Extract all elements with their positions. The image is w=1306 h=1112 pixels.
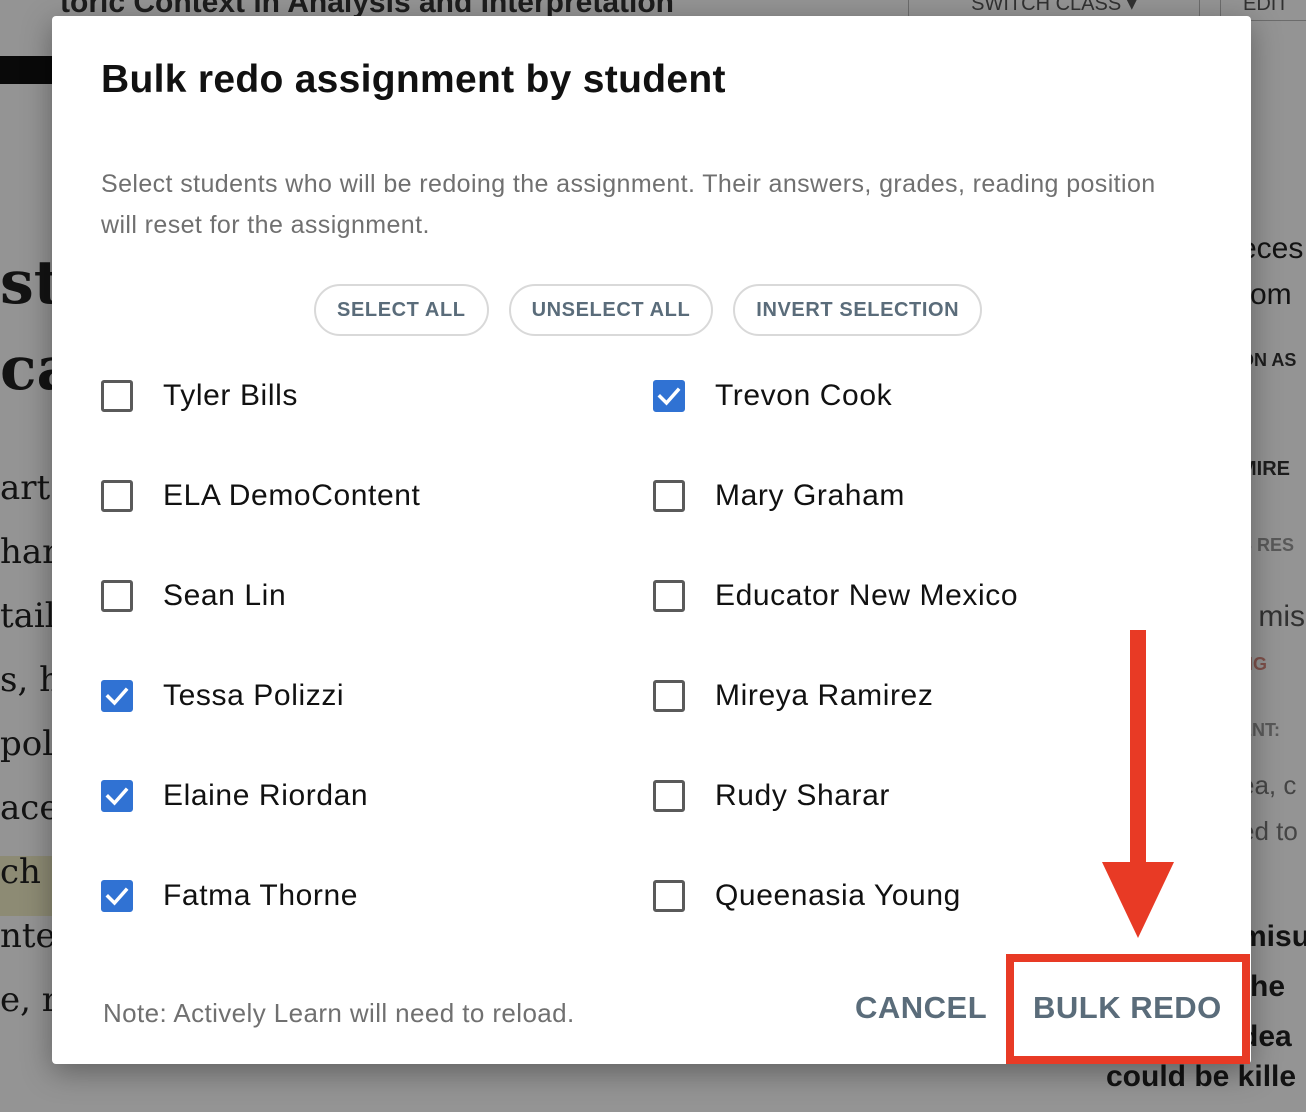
checkmark-icon — [105, 687, 129, 706]
student-name: Sean Lin — [163, 579, 287, 612]
student-checkbox[interactable] — [653, 780, 685, 812]
student-option[interactable]: Fatma Thorne — [101, 866, 358, 926]
student-name: ELA DemoContent — [163, 479, 421, 512]
student-option[interactable]: Tyler Bills — [101, 366, 298, 426]
student-name: Fatma Thorne — [163, 879, 359, 912]
unselect-all-button[interactable]: UNSELECT ALL — [508, 284, 714, 336]
annotation-arrow-icon — [1102, 630, 1174, 938]
student-checkbox[interactable] — [653, 480, 685, 512]
student-name: Tyler Bills — [163, 379, 298, 412]
student-option[interactable]: ELA DemoContent — [101, 466, 420, 526]
student-name: Elaine Riordan — [163, 779, 369, 812]
select-all-button[interactable]: SELECT ALL — [314, 284, 489, 336]
student-checkbox[interactable] — [653, 680, 685, 712]
invert-selection-button[interactable]: INVERT SELECTION — [733, 284, 983, 336]
student-checkbox[interactable] — [101, 580, 133, 612]
student-option[interactable]: Rudy Sharar — [653, 766, 890, 826]
dialog-description: Select students who will be redoing the … — [101, 170, 1156, 239]
student-option[interactable]: Trevon Cook — [653, 366, 892, 426]
cancel-button[interactable]: CANCEL — [855, 990, 987, 1026]
student-option[interactable]: Mireya Ramirez — [653, 666, 933, 726]
student-checkbox[interactable] — [101, 380, 133, 412]
student-name: Mary Graham — [715, 479, 905, 512]
student-option[interactable]: Queenasia Young — [653, 866, 961, 926]
student-name: Rudy Sharar — [715, 779, 891, 812]
student-checkbox[interactable] — [101, 780, 133, 812]
checkmark-icon — [105, 887, 129, 906]
student-name: Mireya Ramirez — [715, 679, 934, 712]
selection-buttons: SELECT ALL UNSELECT ALL INVERT SELECTION — [314, 284, 983, 336]
student-name: Tessa Polizzi — [163, 679, 345, 712]
checkmark-icon — [657, 387, 681, 406]
checkmark-icon — [105, 787, 129, 806]
student-option[interactable]: Tessa Polizzi — [101, 666, 344, 726]
reload-note: Note: Actively Learn will need to reload… — [103, 998, 575, 1028]
student-checkbox[interactable] — [101, 680, 133, 712]
student-option[interactable]: Elaine Riordan — [101, 766, 368, 826]
student-option[interactable]: Educator New Mexico — [653, 566, 1018, 626]
student-checkbox[interactable] — [653, 580, 685, 612]
student-option[interactable]: Sean Lin — [101, 566, 286, 626]
student-name: Trevon Cook — [715, 379, 893, 412]
annotation-highlight-box — [1006, 954, 1250, 1064]
student-checkbox[interactable] — [653, 380, 685, 412]
student-option[interactable]: Mary Graham — [653, 466, 905, 526]
dialog-title: Bulk redo assignment by student — [101, 58, 726, 101]
student-checkbox[interactable] — [653, 880, 685, 912]
student-name: Queenasia Young — [715, 879, 961, 912]
student-name: Educator New Mexico — [715, 579, 1019, 612]
student-checkbox[interactable] — [101, 480, 133, 512]
bulk-redo-dialog: Bulk redo assignment by student Select s… — [52, 16, 1251, 1064]
student-checkbox[interactable] — [101, 880, 133, 912]
